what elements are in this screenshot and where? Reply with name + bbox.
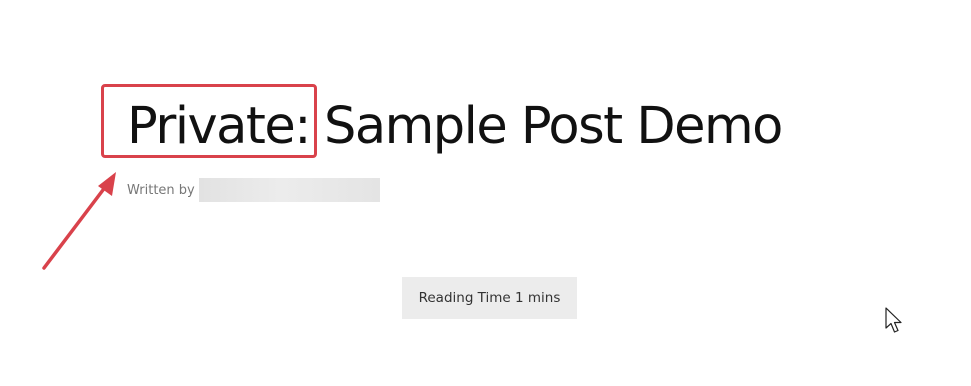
reading-time-text: Reading Time 1 mins [418, 290, 561, 306]
author-name-redacted[interactable] [198, 178, 380, 202]
reading-time-badge: Reading Time 1 mins [402, 277, 577, 319]
byline: Written by [127, 178, 380, 202]
mouse-pointer-icon [885, 307, 902, 333]
post-title-text: Sample Post Demo [324, 97, 783, 156]
byline-label: Written by [127, 182, 195, 198]
highlight-box [101, 84, 317, 158]
